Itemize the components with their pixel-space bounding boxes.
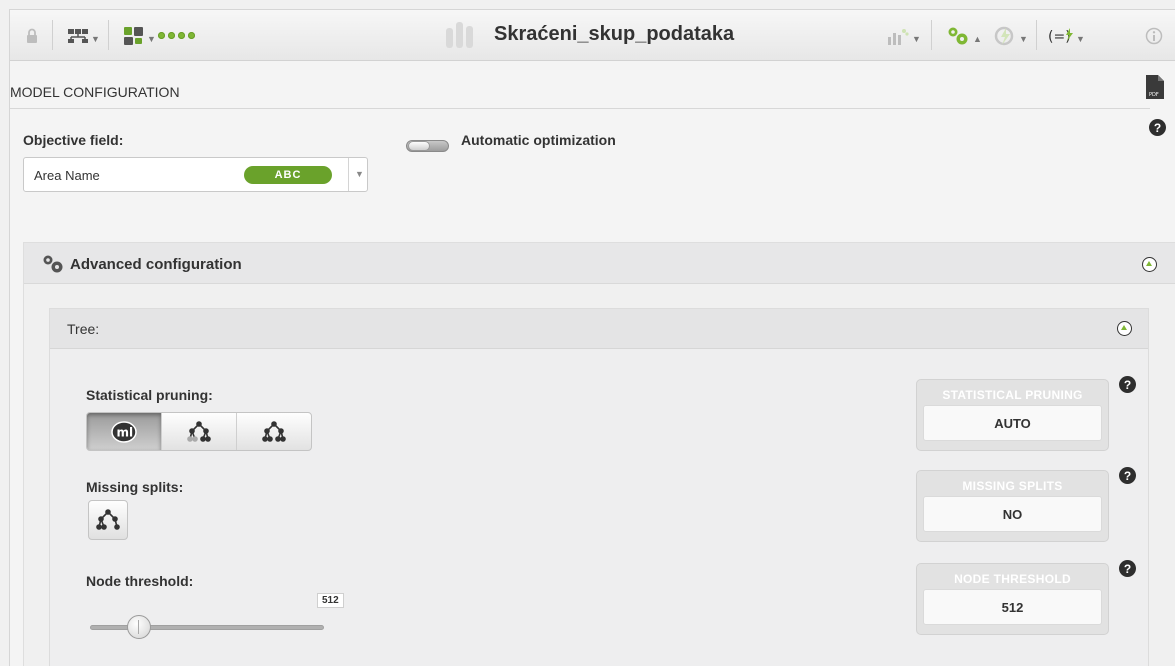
slider-value-tooltip: 512	[317, 593, 344, 608]
app-frame: ▼ ▼ Skraćeni_skup_podataka ▼ ▲ ▼ (=) ▼ M…	[9, 9, 1175, 666]
statistical-pruning-label: Statistical pruning:	[86, 387, 213, 403]
toggle-knob	[408, 141, 430, 151]
summary-caption: STATISTICAL PRUNING	[942, 388, 1083, 402]
info-icon	[1145, 27, 1163, 44]
formula-icon: (=)	[1048, 27, 1073, 45]
top-toolbar: ▼ ▼ Skraćeni_skup_podataka ▼ ▲ ▼ (=) ▼	[10, 10, 1175, 61]
advanced-configuration-panel: Advanced configuration Tree: Statistical…	[23, 242, 1175, 666]
svg-text:(=): (=)	[1048, 29, 1071, 45]
chevron-down-icon: ▼	[1076, 33, 1085, 44]
missing-splits-button[interactable]	[88, 500, 128, 540]
lock-button[interactable]	[26, 10, 38, 61]
gears-icon	[43, 255, 63, 273]
formula-button[interactable]: (=) ▼	[1048, 10, 1085, 61]
toolbar-divider	[52, 20, 53, 50]
advanced-configuration-title: Advanced configuration	[70, 256, 242, 273]
configure-model-icon	[948, 27, 968, 44]
collapse-icon[interactable]	[1142, 257, 1157, 272]
collapse-icon[interactable]	[1117, 321, 1132, 336]
lock-icon	[27, 28, 37, 43]
chart-menu-icon	[888, 28, 909, 45]
pdf-icon: PDF	[1146, 75, 1164, 99]
help-icon[interactable]: ?	[1119, 467, 1136, 484]
chevron-down-icon: ▼	[355, 169, 364, 179]
tree-panel: Tree: Statistical pruning: ml Missing sp…	[49, 308, 1149, 666]
pruning-full-button[interactable]	[237, 413, 311, 450]
summary-value: NO	[923, 496, 1102, 532]
toolbar-divider	[108, 20, 109, 50]
network-icon	[68, 28, 88, 43]
tree-icon	[96, 509, 120, 530]
node-threshold-slider[interactable]	[90, 625, 324, 630]
tree-pruned-icon	[187, 420, 211, 442]
node-threshold-label: Node threshold:	[86, 573, 194, 589]
slider-handle[interactable]	[127, 615, 152, 639]
objective-field-label: Objective field:	[23, 132, 124, 148]
status-indicator	[158, 10, 195, 61]
summary-value: AUTO	[923, 405, 1102, 441]
svg-text:ml: ml	[117, 425, 134, 439]
chevron-down-icon: ▼	[1019, 33, 1028, 44]
dataset-bars-icon	[446, 22, 473, 48]
dataset-switch-icon	[124, 26, 143, 45]
info-button[interactable]	[1145, 10, 1163, 61]
summary-value: 512	[923, 589, 1102, 625]
statistical-pruning-summary: STATISTICAL PRUNING AUTO	[916, 379, 1109, 451]
pruning-smart-button[interactable]	[162, 413, 237, 450]
help-icon[interactable]: ?	[1119, 560, 1136, 577]
chart-menu-button[interactable]: ▼	[886, 10, 921, 61]
section-title: MODEL CONFIGURATION	[10, 84, 180, 100]
missing-splits-label: Missing splits:	[86, 479, 184, 495]
section-divider	[10, 108, 1150, 109]
help-icon[interactable]: ?	[1119, 376, 1136, 393]
dataset-menu-button[interactable]: ▼	[123, 10, 156, 61]
node-threshold-summary: NODE THRESHOLD 512	[916, 563, 1109, 635]
tree-header[interactable]: Tree:	[50, 309, 1148, 349]
field-type-badge: ABC	[244, 166, 332, 184]
help-icon[interactable]: ?	[1149, 119, 1166, 136]
statistical-pruning-buttons: ml	[86, 412, 312, 451]
toolbar-divider	[931, 20, 932, 50]
network-menu-button[interactable]: ▼	[67, 10, 100, 61]
summary-caption: NODE THRESHOLD	[954, 572, 1071, 586]
missing-splits-summary: MISSING SPLITS NO	[916, 470, 1109, 542]
tree-full-icon	[262, 420, 286, 442]
one-click-icon	[994, 26, 1014, 45]
chevron-down-icon: ▼	[91, 33, 100, 44]
objective-field-value: Area Name	[34, 168, 100, 183]
chevron-down-icon: ▼	[147, 33, 156, 44]
one-click-button[interactable]: ▼	[993, 10, 1028, 61]
automatic-optimization-label: Automatic optimization	[461, 132, 616, 148]
chevron-down-icon: ▼	[912, 33, 921, 44]
chevron-up-icon: ▲	[973, 33, 982, 44]
tree-title: Tree:	[67, 321, 100, 337]
objective-field-select[interactable]: Area Name ABC ▼	[23, 157, 368, 192]
toolbar-divider	[1036, 20, 1037, 50]
pdf-export-button[interactable]: PDF	[1145, 74, 1165, 105]
pruning-auto-button[interactable]: ml	[87, 413, 162, 450]
automatic-optimization-toggle[interactable]	[406, 140, 449, 152]
select-divider	[348, 158, 349, 191]
dataset-title: Skraćeni_skup_podataka	[494, 23, 735, 45]
configure-model-button[interactable]: ▲	[945, 10, 982, 61]
ml-auto-icon: ml	[111, 420, 137, 443]
svg-text:PDF: PDF	[1149, 92, 1159, 98]
advanced-configuration-header[interactable]: Advanced configuration	[24, 243, 1175, 284]
summary-caption: MISSING SPLITS	[962, 479, 1063, 493]
status-dots-icon	[158, 32, 195, 39]
